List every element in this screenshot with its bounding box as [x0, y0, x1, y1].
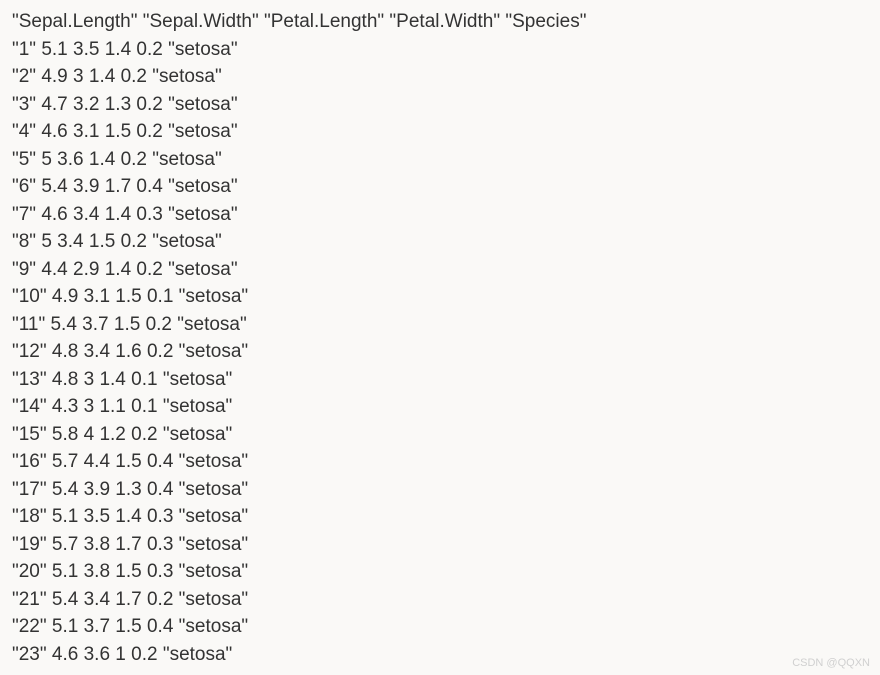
text-file-content: "Sepal.Length" "Sepal.Width" "Petal.Leng…: [12, 8, 868, 668]
data-row: "22" 5.1 3.7 1.5 0.4 "setosa": [12, 613, 868, 641]
data-row: "1" 5.1 3.5 1.4 0.2 "setosa": [12, 36, 868, 64]
data-row: "23" 4.6 3.6 1 0.2 "setosa": [12, 641, 868, 669]
data-row: "12" 4.8 3.4 1.6 0.2 "setosa": [12, 338, 868, 366]
data-row: "11" 5.4 3.7 1.5 0.2 "setosa": [12, 311, 868, 339]
data-row: "2" 4.9 3 1.4 0.2 "setosa": [12, 63, 868, 91]
header-line: "Sepal.Length" "Sepal.Width" "Petal.Leng…: [12, 8, 868, 36]
data-row: "3" 4.7 3.2 1.3 0.2 "setosa": [12, 91, 868, 119]
data-row: "17" 5.4 3.9 1.3 0.4 "setosa": [12, 476, 868, 504]
data-row: "20" 5.1 3.8 1.5 0.3 "setosa": [12, 558, 868, 586]
data-row: "4" 4.6 3.1 1.5 0.2 "setosa": [12, 118, 868, 146]
watermark-text: CSDN @QQXN: [792, 657, 870, 669]
data-row: "8" 5 3.4 1.5 0.2 "setosa": [12, 228, 868, 256]
data-row: "16" 5.7 4.4 1.5 0.4 "setosa": [12, 448, 868, 476]
data-row: "9" 4.4 2.9 1.4 0.2 "setosa": [12, 256, 868, 284]
data-row: "6" 5.4 3.9 1.7 0.4 "setosa": [12, 173, 868, 201]
data-row: "10" 4.9 3.1 1.5 0.1 "setosa": [12, 283, 868, 311]
data-row: "19" 5.7 3.8 1.7 0.3 "setosa": [12, 531, 868, 559]
data-row: "18" 5.1 3.5 1.4 0.3 "setosa": [12, 503, 868, 531]
data-row: "7" 4.6 3.4 1.4 0.3 "setosa": [12, 201, 868, 229]
data-row: "15" 5.8 4 1.2 0.2 "setosa": [12, 421, 868, 449]
data-row: "13" 4.8 3 1.4 0.1 "setosa": [12, 366, 868, 394]
data-row: "5" 5 3.6 1.4 0.2 "setosa": [12, 146, 868, 174]
data-row: "21" 5.4 3.4 1.7 0.2 "setosa": [12, 586, 868, 614]
data-row: "14" 4.3 3 1.1 0.1 "setosa": [12, 393, 868, 421]
